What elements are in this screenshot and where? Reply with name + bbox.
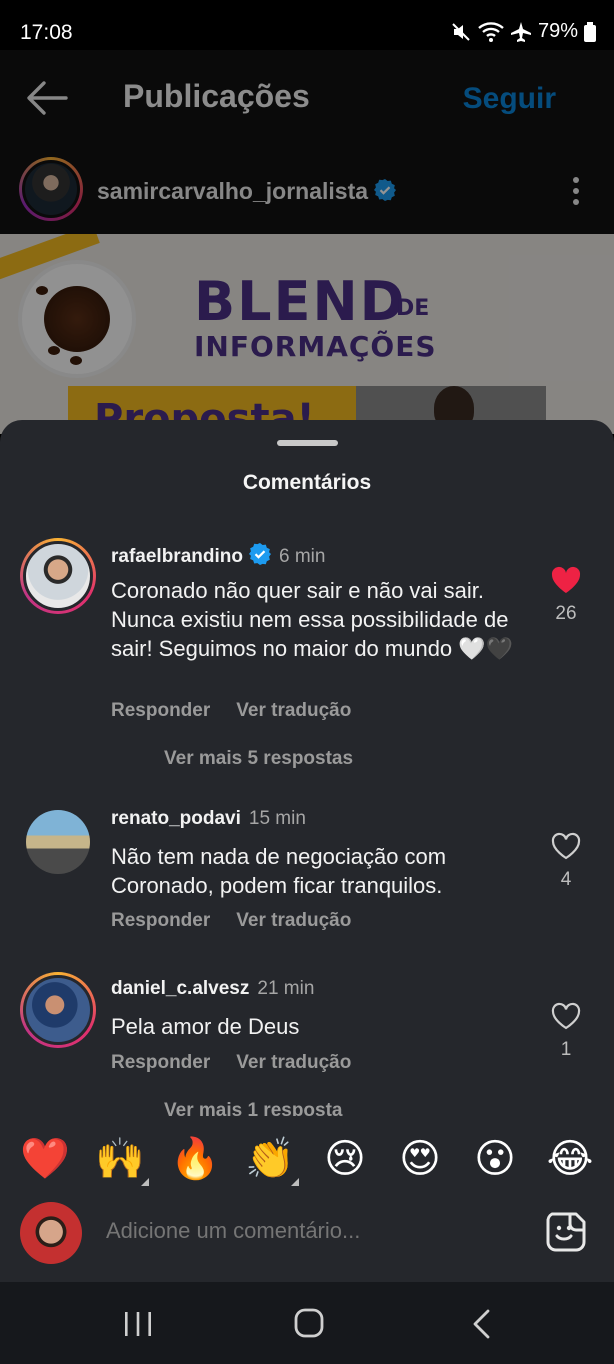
- translate-button[interactable]: Ver tradução: [236, 910, 351, 931]
- comment-time: 15 min: [248, 808, 306, 829]
- system-back-button[interactable]: [470, 1308, 492, 1340]
- recents-icon: [125, 1312, 151, 1336]
- comment-text: Coronado não quer sair e não vai sair. N…: [111, 578, 514, 661]
- comment-actions: Responder Ver tradução: [111, 1052, 377, 1074]
- like-count: 1: [560, 1039, 572, 1060]
- battery-percent: 79%: [537, 20, 578, 42]
- comment-header: daniel_c.alvesz 21 min: [111, 978, 314, 1000]
- status-bar: 17:08 79%: [0, 0, 614, 50]
- commenter-username[interactable]: rafaelbrandino: [111, 546, 243, 567]
- comment-header: renato_podavi 15 min: [111, 808, 306, 830]
- battery-icon: [584, 21, 596, 42]
- comment-header: rafaelbrandino 6 min: [111, 543, 325, 571]
- comment-text: Não tem nada de negociação com Coronado,…: [111, 844, 447, 898]
- emoji-heart-button[interactable]: ❤️: [20, 1134, 70, 1184]
- verified-badge-icon: [248, 543, 271, 571]
- reply-button[interactable]: Responder: [111, 700, 210, 721]
- emoji-reaction-bar: ❤️ 🙌 🔥 👏 😢 😍 😮 😂: [0, 1120, 614, 1198]
- comment-input[interactable]: [106, 1218, 526, 1244]
- emoji-laughing-button[interactable]: 😂: [545, 1134, 595, 1184]
- mute-icon: [450, 21, 472, 43]
- like-button[interactable]: 1: [548, 1002, 584, 1061]
- sheet-drag-handle[interactable]: [277, 440, 338, 446]
- status-time: 17:08: [20, 21, 73, 44]
- chevron-left-icon: [473, 1309, 490, 1339]
- like-button[interactable]: 26: [548, 566, 584, 625]
- wifi-icon: [478, 21, 504, 43]
- translate-button[interactable]: Ver tradução: [236, 700, 351, 721]
- emoji-fire-button[interactable]: 🔥: [170, 1134, 220, 1184]
- comment-time: 6 min: [278, 546, 326, 568]
- reply-button[interactable]: Responder: [111, 910, 210, 931]
- airplane-icon: [510, 21, 532, 43]
- commenter-avatar[interactable]: [20, 972, 96, 1048]
- emoji-surprised-button[interactable]: 😮: [470, 1134, 520, 1184]
- current-user-avatar: [20, 1202, 82, 1264]
- view-more-replies[interactable]: Ver mais 5 respostas: [164, 748, 353, 770]
- commenter-avatar[interactable]: [20, 538, 96, 614]
- skin-tone-indicator-icon: [291, 1178, 299, 1186]
- sticker-icon: [546, 1212, 586, 1252]
- like-count: 26: [555, 603, 577, 624]
- translate-button[interactable]: Ver tradução: [236, 1052, 351, 1073]
- system-navigation-bar: [0, 1282, 614, 1364]
- home-icon: [294, 1308, 324, 1338]
- comment-composer: [0, 1196, 614, 1282]
- like-button[interactable]: 4: [548, 832, 584, 891]
- emoji-raising-hands-glyph: 🙌: [95, 1136, 145, 1182]
- status-icons: 79%: [450, 20, 596, 43]
- comment-actions: Responder Ver tradução: [111, 700, 377, 722]
- emoji-heart-eyes-button[interactable]: 😍: [395, 1134, 445, 1184]
- recents-button[interactable]: [122, 1310, 154, 1338]
- emoji-sad-button[interactable]: 😢: [320, 1134, 370, 1184]
- comment-time: 21 min: [257, 978, 315, 999]
- heart-filled-icon: [551, 566, 581, 593]
- commenter-username[interactable]: renato_podavi: [111, 808, 241, 829]
- skin-tone-indicator-icon: [141, 1178, 149, 1186]
- comment-text: Pela amor de Deus: [111, 1014, 300, 1039]
- view-more-replies[interactable]: Ver mais 1 resposta: [164, 1100, 343, 1116]
- comments-sheet: Comentários rafaelbrandino 6 min Coronado…: [0, 420, 614, 1282]
- emoji-clap-glyph: 👏: [245, 1136, 295, 1182]
- sheet-backdrop[interactable]: [0, 50, 614, 434]
- comments-list[interactable]: rafaelbrandino 6 min Coronado não quer sa…: [0, 528, 614, 1116]
- emoji-raising-hands-button[interactable]: 🙌: [95, 1134, 149, 1186]
- commenter-avatar[interactable]: [26, 810, 90, 874]
- sticker-button[interactable]: [544, 1210, 588, 1254]
- heart-outline-icon: [551, 832, 581, 860]
- comment-actions: Responder Ver tradução: [111, 910, 377, 932]
- commenter-username[interactable]: daniel_c.alvesz: [111, 978, 249, 999]
- emoji-clap-button[interactable]: 👏: [245, 1134, 299, 1186]
- like-count: 4: [560, 869, 572, 890]
- heart-outline-icon: [551, 1002, 581, 1030]
- sheet-title: Comentários: [242, 471, 372, 494]
- reply-button[interactable]: Responder: [111, 1052, 210, 1073]
- home-button[interactable]: [294, 1308, 324, 1338]
